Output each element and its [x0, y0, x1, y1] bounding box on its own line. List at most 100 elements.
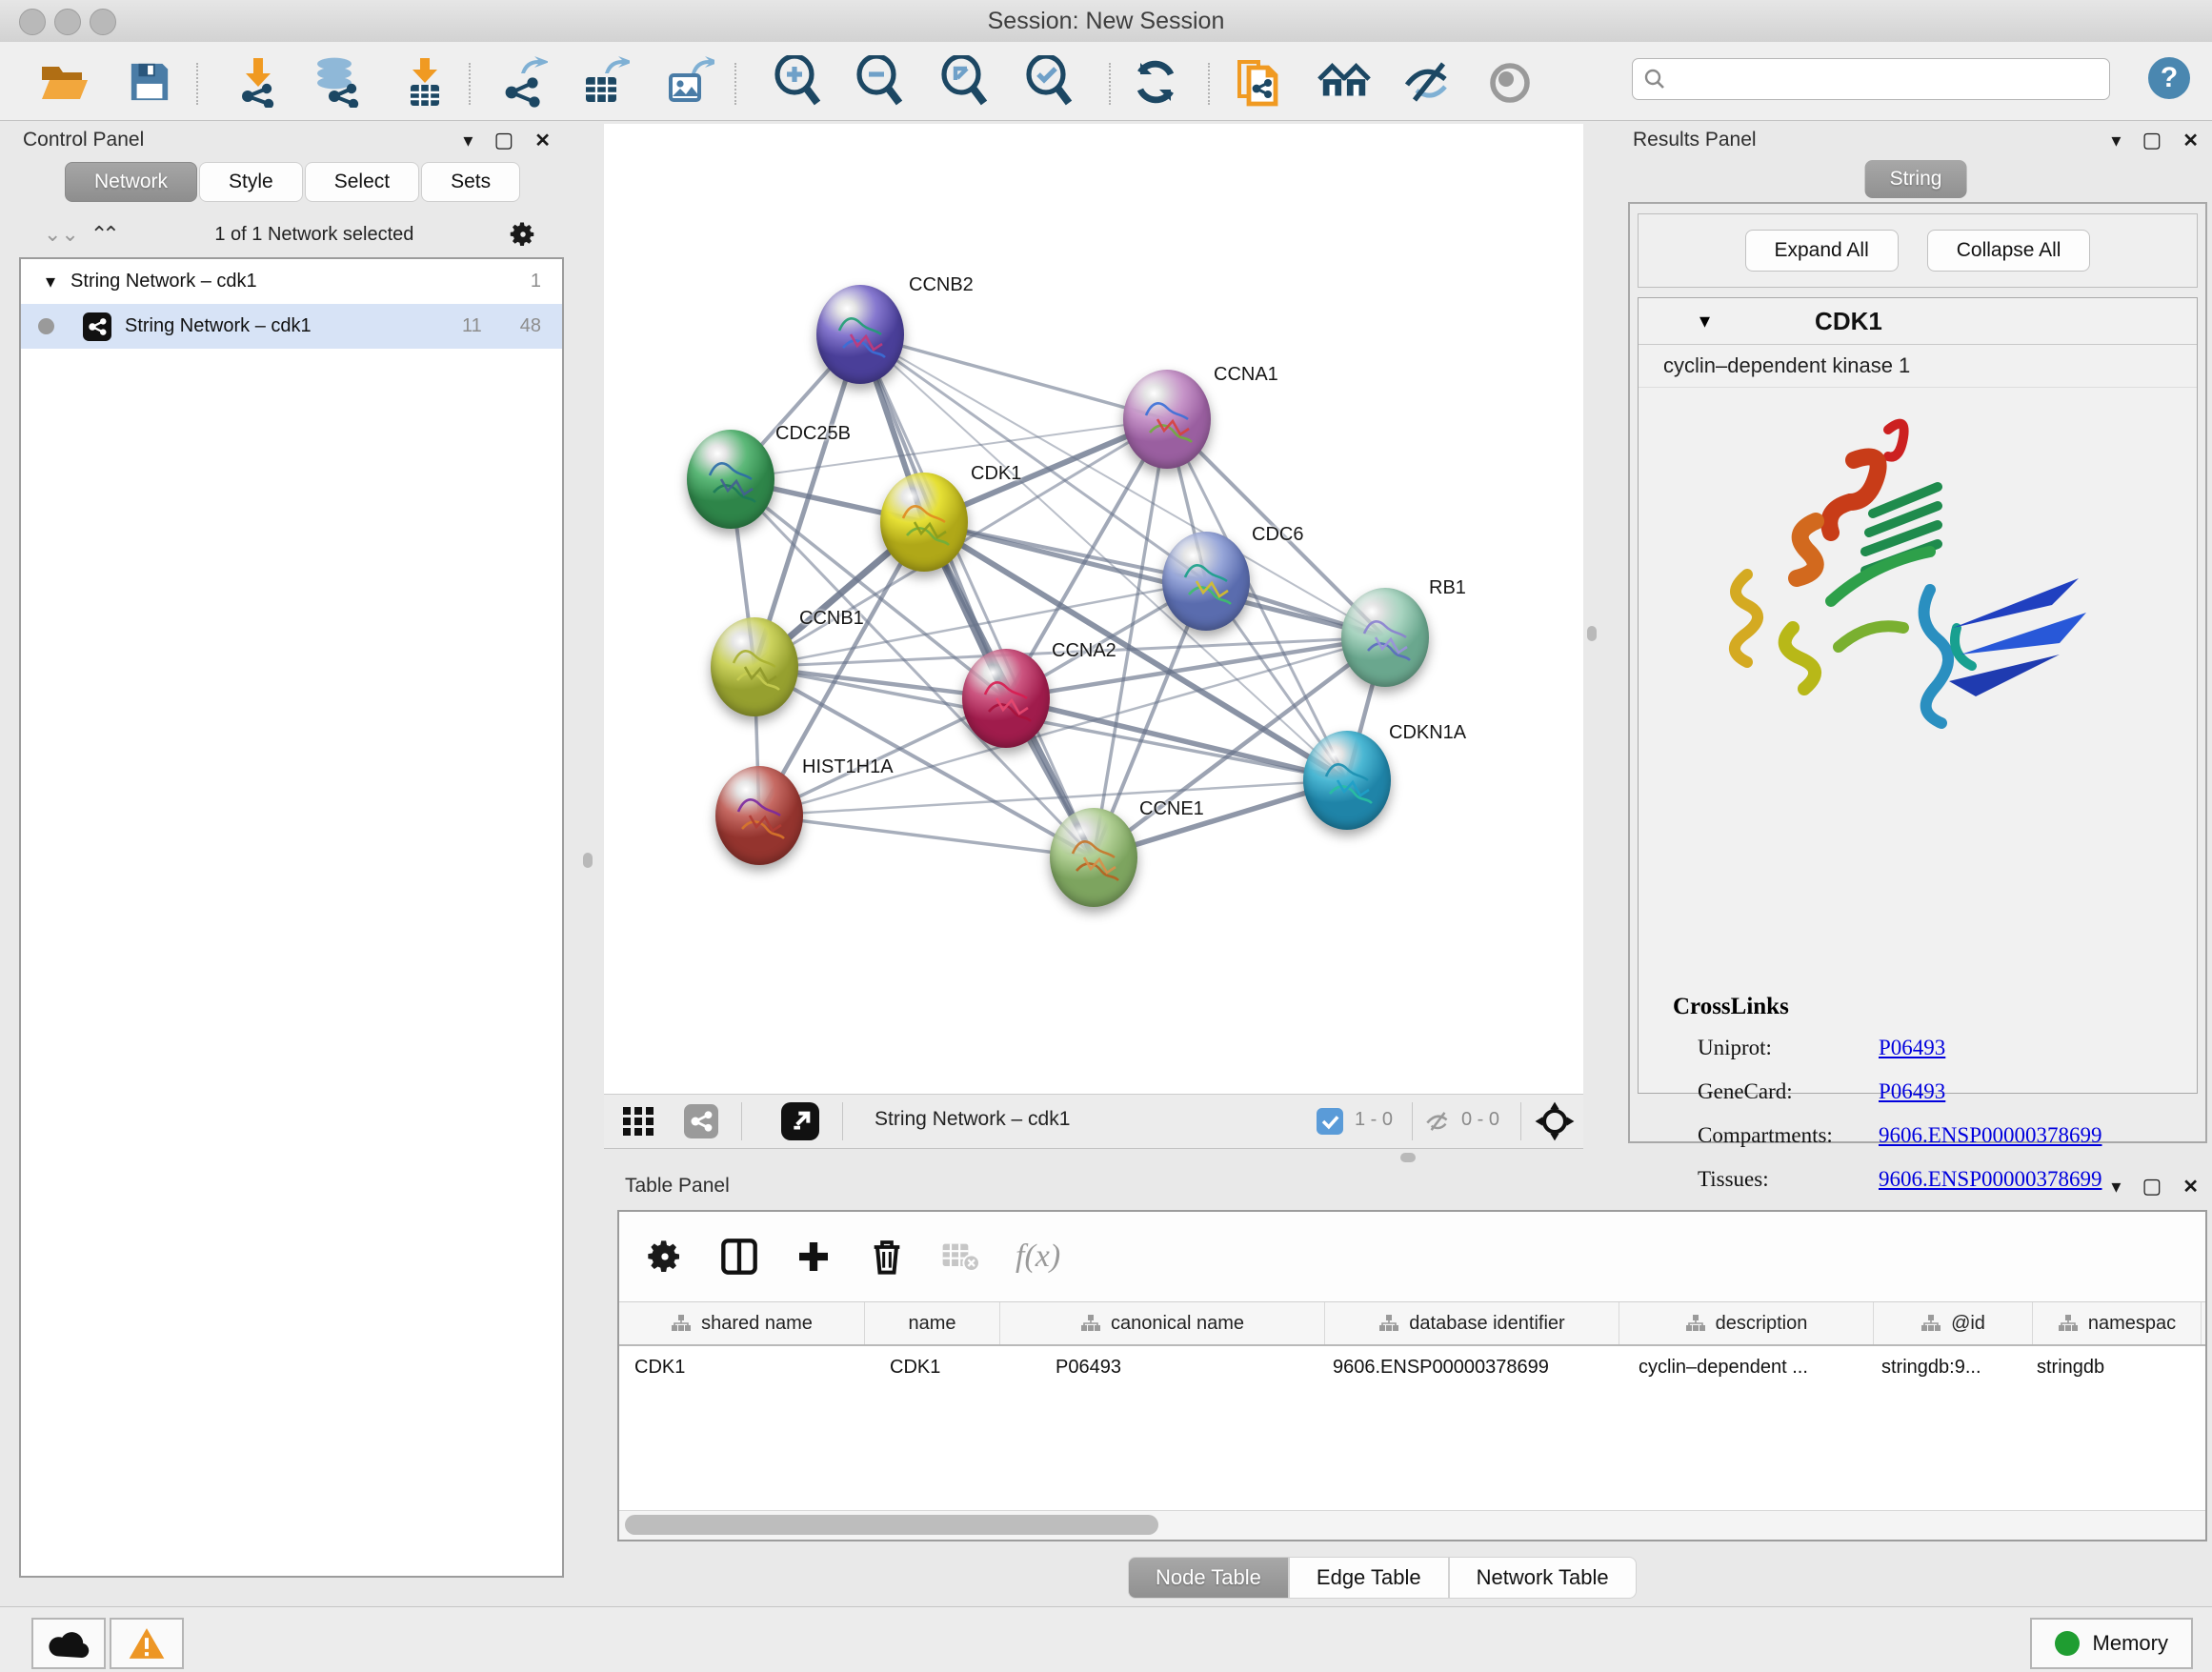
tab-node-table[interactable]: Node Table: [1128, 1557, 1289, 1599]
network-node-RB1[interactable]: [1341, 588, 1429, 687]
tab-select[interactable]: Select: [305, 162, 419, 202]
collapse-panel-icon[interactable]: ▾: [2111, 1175, 2121, 1199]
network-share-icon[interactable]: [684, 1104, 718, 1143]
column-header-@id[interactable]: @id: [1874, 1302, 2033, 1344]
crosslink-link[interactable]: 9606.ENSP00000378699: [1879, 1123, 2102, 1148]
export-network-icon[interactable]: [496, 55, 550, 109]
table-tabs: Node TableEdge TableNetwork Table: [1128, 1557, 1637, 1599]
close-panel-icon[interactable]: ✕: [2182, 129, 2199, 152]
hidden-eye-icon[interactable]: [1423, 1108, 1452, 1139]
column-header-database-identifier[interactable]: database identifier: [1325, 1302, 1619, 1344]
float-panel-icon[interactable]: ▢: [493, 128, 513, 152]
memory-label: Memory: [2093, 1631, 2168, 1656]
column-header-canonical-name[interactable]: canonical name: [1000, 1302, 1325, 1344]
add-column-icon[interactable]: [794, 1238, 833, 1276]
zoom-in-icon[interactable]: [772, 55, 825, 109]
column-header-name[interactable]: name: [865, 1302, 1000, 1344]
save-session-icon[interactable]: [123, 55, 176, 109]
hide-selected-eye-icon[interactable]: [1401, 55, 1455, 109]
export-image-icon[interactable]: [663, 55, 716, 109]
network-node-CCNA2[interactable]: [962, 649, 1050, 748]
horizontal-scrollbar[interactable]: [619, 1510, 2205, 1540]
table-gear-icon[interactable]: [646, 1238, 684, 1276]
table-row[interactable]: CDK1CDK1P064939606.ENSP00000378699cyclin…: [619, 1346, 2205, 1388]
grid-view-icon[interactable]: [623, 1107, 654, 1140]
collapse-all-button[interactable]: Collapse All: [1927, 230, 2091, 272]
selected-checkbox-icon[interactable]: [1317, 1108, 1343, 1139]
network-collection-label: String Network – cdk1: [70, 271, 531, 292]
node-structure-glyph: [1162, 532, 1250, 631]
section-collapse-icon[interactable]: ▾: [1699, 309, 1710, 333]
collapse-panel-icon[interactable]: ▾: [463, 129, 473, 152]
cell-description: cyclin–dependent ...: [1619, 1357, 1874, 1379]
network-node-CDKN1A[interactable]: [1303, 731, 1391, 830]
refresh-icon[interactable]: [1129, 55, 1182, 109]
network-node-HIST1H1A[interactable]: [715, 766, 803, 865]
export-table-icon[interactable]: [578, 55, 632, 109]
current-network-dot: [38, 318, 54, 334]
expand-all-button[interactable]: Expand All: [1745, 230, 1899, 272]
zoom-selected-icon[interactable]: [1023, 55, 1076, 109]
column-header-description[interactable]: description: [1619, 1302, 1874, 1344]
crosslink-link[interactable]: P06493: [1879, 1036, 1945, 1060]
control-panel-tabs: NetworkStyleSelectSets: [65, 162, 522, 202]
crosslinks-title: CrossLinks: [1673, 994, 2197, 1020]
network-node-CDK1[interactable]: [880, 473, 968, 572]
zoom-out-icon[interactable]: [854, 55, 907, 109]
network-node-CCNB2[interactable]: [816, 285, 904, 384]
warning-button[interactable]: [110, 1618, 184, 1669]
scrollbar-thumb[interactable]: [625, 1515, 1158, 1535]
tab-edge-table[interactable]: Edge Table: [1289, 1557, 1449, 1599]
collapse-all-icon[interactable]: ⌄⌄: [44, 222, 79, 247]
network-node-CDC6[interactable]: [1162, 532, 1250, 631]
tree-expand-icon[interactable]: ▾: [46, 270, 55, 293]
birdseye-view-icon[interactable]: [1534, 1100, 1576, 1147]
network-view[interactable]: CCNB2CCNA1CDC25BCDK1CDC6RB1CCNB1CCNA2CDK…: [604, 124, 1583, 1094]
close-panel-icon[interactable]: ✕: [2182, 1175, 2199, 1199]
open-session-icon[interactable]: [38, 55, 91, 109]
import-network-file-icon[interactable]: [231, 55, 285, 109]
tab-network[interactable]: Network: [65, 162, 197, 202]
import-table-file-icon[interactable]: [398, 55, 452, 109]
split-columns-icon[interactable]: [720, 1238, 758, 1276]
cloud-button[interactable]: [31, 1618, 106, 1669]
tab-string[interactable]: String: [1865, 160, 1967, 198]
collapse-panel-icon[interactable]: ▾: [2111, 129, 2121, 152]
column-header-namespac[interactable]: namespac: [2033, 1302, 2202, 1344]
toolbar-separator: [1520, 1102, 1521, 1140]
network-row[interactable]: String Network – cdk1 11 48: [21, 304, 562, 349]
zoom-fit-icon[interactable]: [938, 55, 992, 109]
help-button[interactable]: ?: [2148, 57, 2190, 99]
houses-icon[interactable]: [1317, 55, 1371, 109]
gear-icon[interactable]: [509, 220, 537, 249]
right-splitter-handle[interactable]: [1587, 626, 1597, 641]
delete-column-icon[interactable]: [869, 1238, 905, 1276]
tab-network-table[interactable]: Network Table: [1449, 1557, 1637, 1599]
float-panel-icon[interactable]: ▢: [2142, 1174, 2162, 1199]
search-input[interactable]: [1677, 66, 2109, 92]
gene-section-header[interactable]: ▾ CDK1: [1639, 298, 2197, 345]
crosslink-link[interactable]: P06493: [1879, 1079, 1945, 1104]
network-node-CCNA1[interactable]: [1123, 370, 1211, 469]
float-panel-icon[interactable]: ▢: [2142, 128, 2162, 152]
network-node-CDC25B[interactable]: [687, 430, 774, 529]
network-collection-row[interactable]: ▾ String Network – cdk1 1: [21, 259, 562, 304]
tab-style[interactable]: Style: [199, 162, 303, 202]
bottom-splitter-handle[interactable]: [1400, 1153, 1416, 1162]
expand-all-icon[interactable]: ⌃⌃: [90, 222, 114, 247]
gene-description: cyclin–dependent kinase 1: [1639, 345, 2197, 388]
open-in-window-icon[interactable]: [781, 1102, 819, 1145]
import-network-database-icon[interactable]: [311, 55, 364, 109]
close-panel-icon[interactable]: ✕: [534, 129, 551, 152]
crosslink-row: GeneCard:P06493: [1698, 1070, 2197, 1114]
tab-sets[interactable]: Sets: [421, 162, 520, 202]
column-header-shared-name[interactable]: shared name: [619, 1302, 865, 1344]
memory-button[interactable]: Memory: [2030, 1618, 2193, 1669]
left-splitter-handle[interactable]: [583, 853, 593, 868]
network-node-CCNB1[interactable]: [711, 617, 798, 716]
duplicate-network-icon[interactable]: [1233, 55, 1286, 109]
network-node-CCNE1[interactable]: [1050, 808, 1137, 907]
network-canvas[interactable]: CCNB2CCNA1CDC25BCDK1CDC6RB1CCNB1CCNA2CDK…: [604, 124, 1583, 1094]
gene-section: ▾ CDK1 cyclin–dependent kinase 1: [1638, 297, 2198, 1094]
show-eye-icon[interactable]: [1484, 55, 1538, 109]
